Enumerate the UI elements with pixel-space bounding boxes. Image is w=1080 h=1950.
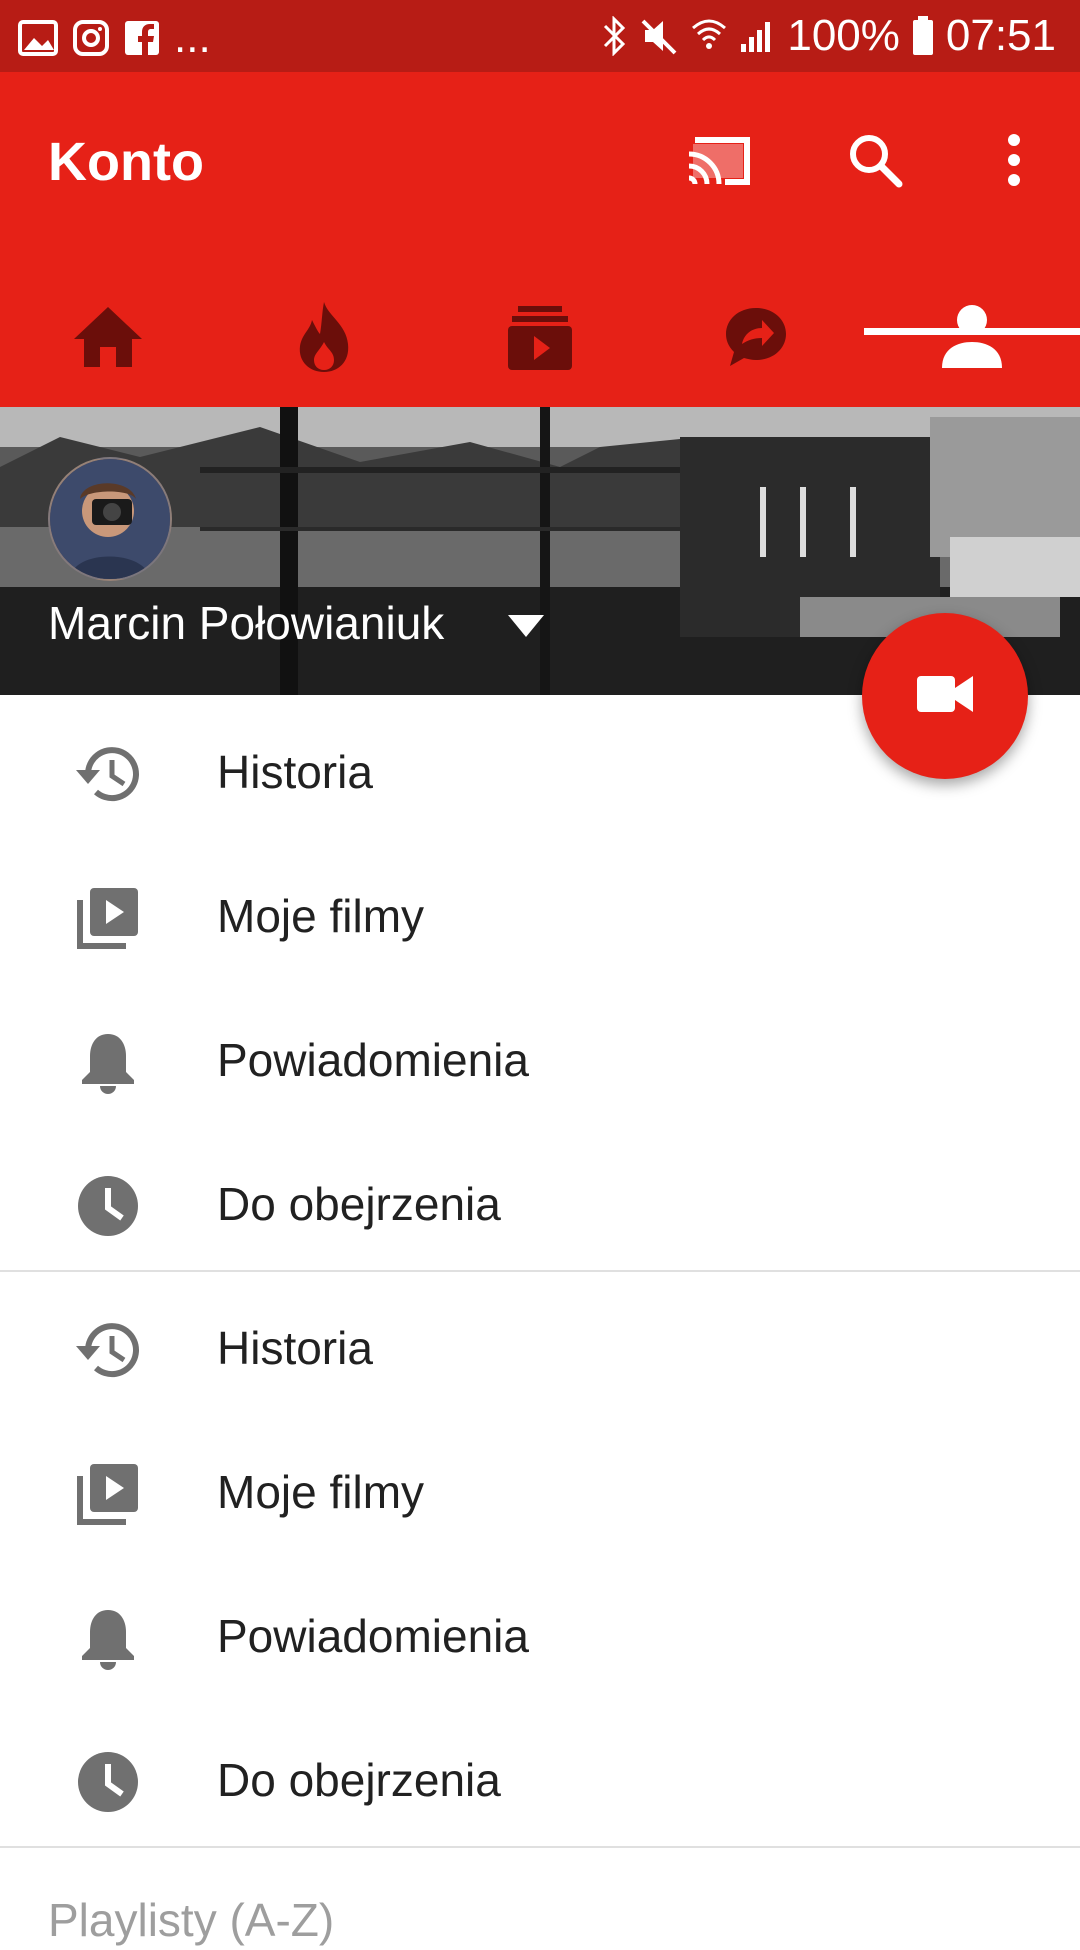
clock: 07:51 — [945, 11, 1056, 60]
list-item-notifications[interactable]: Powiadomienia — [0, 1560, 1080, 1704]
list-item-label: Do obejrzenia — [217, 1178, 501, 1230]
cast-icon[interactable] — [680, 120, 760, 200]
list-item-label: Historia — [217, 1322, 373, 1374]
list-item-label: Powiadomienia — [217, 1034, 529, 1086]
mute-icon — [641, 17, 679, 55]
list-item-label: Historia — [217, 746, 373, 798]
page-title: Konto — [48, 132, 204, 192]
tab-shared[interactable] — [648, 272, 864, 407]
account-list-section-1: Historia Moje filmy Powiadomienia Do obe… — [0, 696, 1080, 1272]
tab-bar — [0, 272, 1080, 407]
my-videos-icon — [72, 1458, 144, 1530]
list-item-watch-later[interactable]: Do obejrzenia — [0, 1704, 1080, 1848]
history-icon — [72, 1314, 144, 1386]
image-icon — [18, 20, 58, 56]
active-tab-indicator — [864, 328, 1080, 335]
list-item-my-videos[interactable]: Moje filmy — [0, 840, 1080, 984]
battery-percent: 100% — [787, 11, 900, 60]
list-item-notifications[interactable]: Powiadomienia — [0, 984, 1080, 1128]
list-item-label: Do obejrzenia — [217, 1754, 501, 1806]
history-icon — [72, 738, 144, 810]
watch-later-icon — [72, 1746, 144, 1818]
avatar[interactable] — [48, 457, 172, 581]
instagram-icon — [72, 19, 110, 57]
my-videos-icon — [72, 882, 144, 954]
list-item-my-videos[interactable]: Moje filmy — [0, 1416, 1080, 1560]
search-icon[interactable] — [835, 120, 915, 200]
divider — [0, 1846, 1080, 1848]
list-item-watch-later[interactable]: Do obejrzenia — [0, 1128, 1080, 1272]
account-list-section-2: Historia Moje filmy Powiadomienia Do obe… — [0, 1272, 1080, 1848]
trending-icon — [294, 300, 354, 379]
subscriptions-icon — [508, 304, 572, 375]
watch-later-icon — [72, 1170, 144, 1242]
playlists-header: Playlisty (A-Z) — [48, 1894, 335, 1946]
facebook-icon — [124, 20, 160, 56]
bluetooth-icon — [601, 16, 629, 56]
tab-subscriptions[interactable] — [432, 272, 648, 407]
list-item-history[interactable]: Historia — [0, 696, 1080, 840]
wifi-icon — [691, 16, 727, 56]
status-bar: ... 100% 07:51 — [0, 0, 1080, 72]
notifications-icon — [72, 1026, 144, 1098]
app-bar: Konto — [0, 72, 1080, 407]
chevron-down-icon[interactable] — [508, 615, 544, 642]
account-name[interactable]: Marcin Połowianiuk — [48, 593, 444, 653]
signal-icon — [739, 18, 775, 54]
account-icon — [940, 304, 1004, 375]
list-item-label: Powiadomienia — [217, 1610, 529, 1662]
list-item-history[interactable]: Historia — [0, 1272, 1080, 1416]
tab-home[interactable] — [0, 272, 216, 407]
more-notifications-text: ... — [174, 13, 211, 62]
more-vert-icon[interactable] — [974, 120, 1054, 200]
shared-icon — [724, 306, 788, 373]
home-icon — [72, 305, 144, 374]
battery-icon — [912, 16, 934, 56]
list-item-label: Moje filmy — [217, 890, 425, 942]
notifications-icon — [72, 1602, 144, 1674]
list-item-label: Moje filmy — [217, 1466, 425, 1518]
tab-account[interactable] — [864, 272, 1080, 407]
tab-trending[interactable] — [216, 272, 432, 407]
